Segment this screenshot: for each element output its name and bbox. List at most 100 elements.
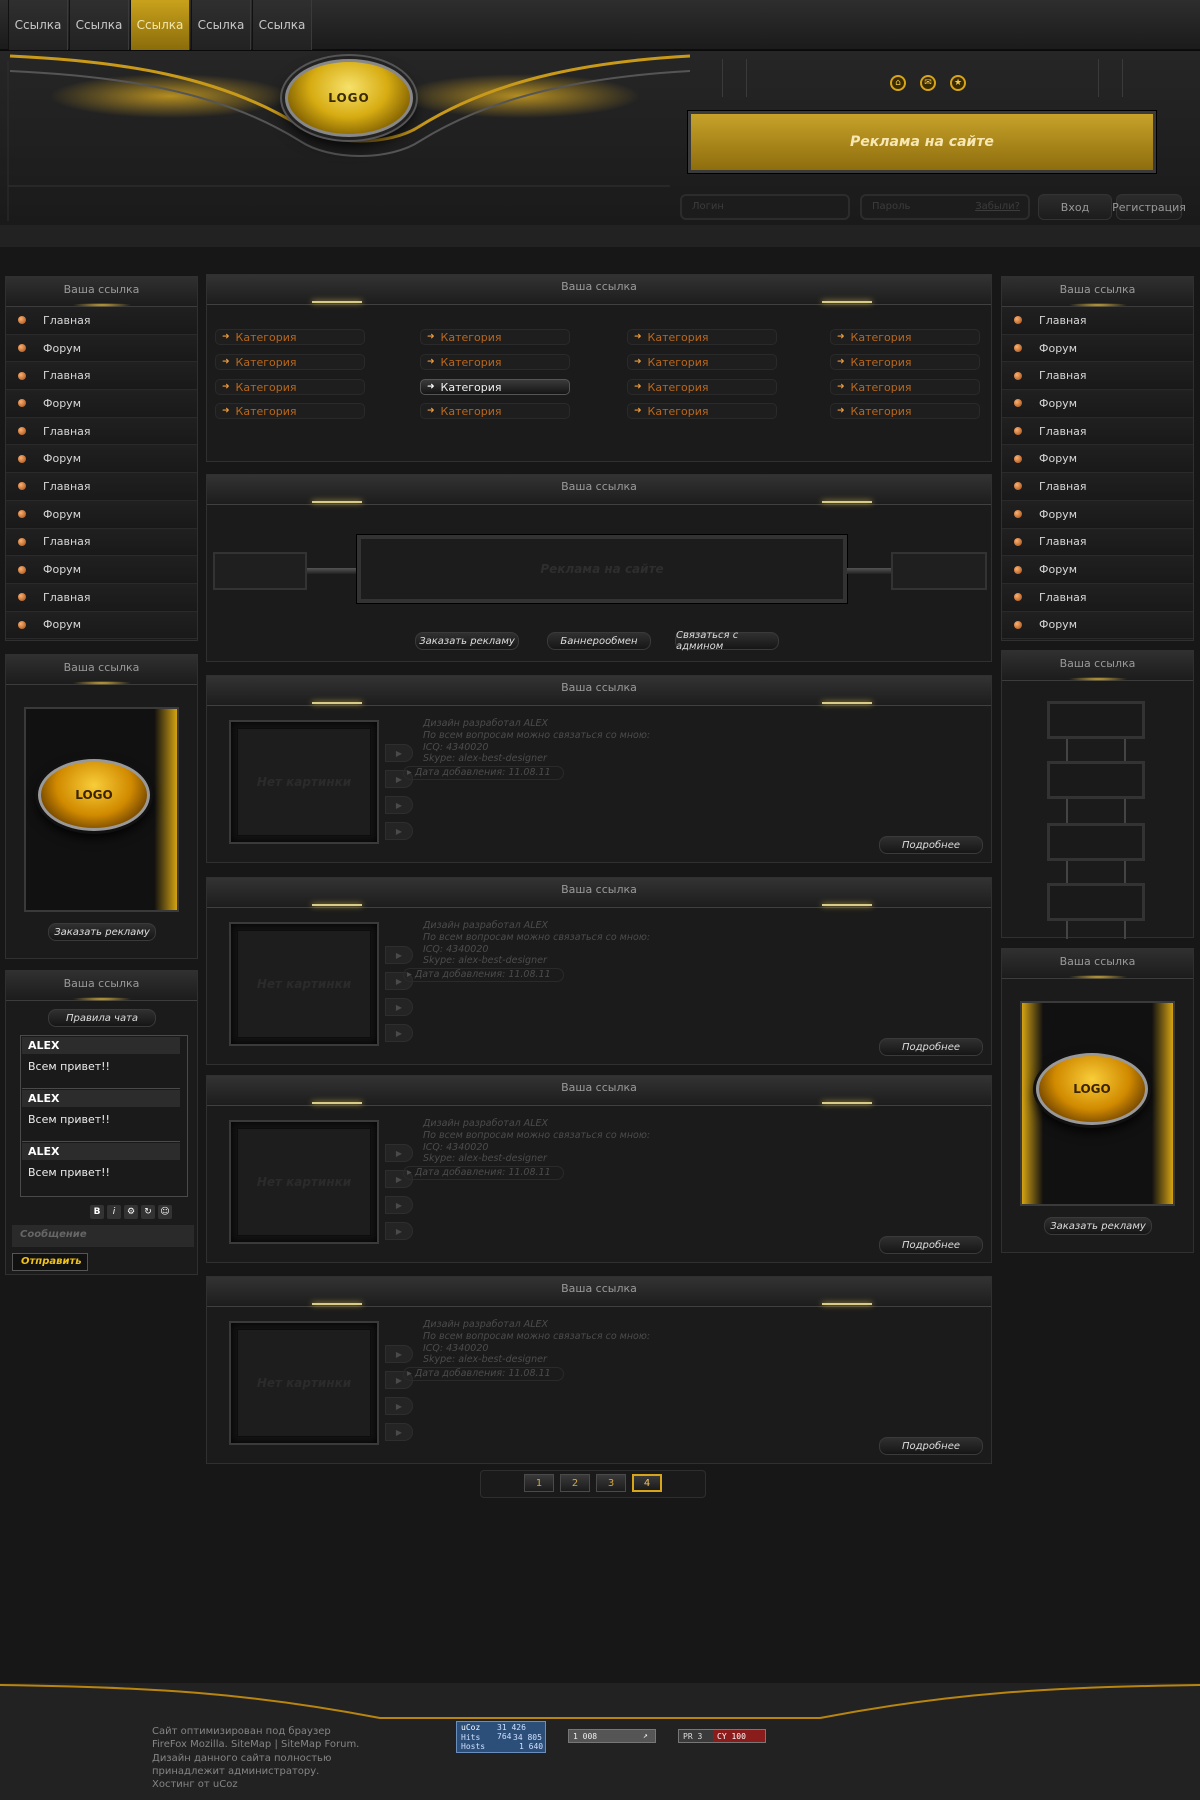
category-link[interactable]: ➜ Категория: [420, 329, 570, 345]
play-icon[interactable]: ▶: [385, 998, 413, 1016]
category-link[interactable]: ➜ Категория: [215, 329, 365, 345]
banner-slot[interactable]: [1047, 883, 1145, 921]
read-more-button[interactable]: Подробнее: [879, 1437, 983, 1455]
right-menu-item[interactable]: Форум: [1002, 445, 1193, 474]
right-menu-item[interactable]: Главная: [1002, 528, 1193, 557]
home-icon[interactable]: ⌂: [890, 75, 906, 91]
smile-icon[interactable]: ☺: [158, 1205, 172, 1219]
category-link[interactable]: ➜ Категория: [627, 379, 777, 395]
category-link[interactable]: ➜ Категория: [830, 379, 980, 395]
news-thumbnail[interactable]: Нет картинки: [229, 922, 379, 1046]
header-ad-banner[interactable]: Реклама на сайте: [688, 111, 1156, 173]
refresh-icon[interactable]: ↻: [141, 1205, 155, 1219]
play-icon[interactable]: ▶: [385, 1024, 413, 1042]
play-icon[interactable]: ▶: [385, 822, 413, 840]
news-thumbnail[interactable]: Нет картинки: [229, 1321, 379, 1445]
play-icon[interactable]: ▶: [385, 1397, 413, 1415]
play-icon[interactable]: ▶: [385, 946, 413, 964]
nav-tab-3-active[interactable]: Ссылка: [130, 0, 190, 50]
left-menu-item[interactable]: Главная: [6, 583, 197, 612]
logo[interactable]: LOGO: [285, 59, 413, 137]
left-menu-item[interactable]: Главная: [6, 417, 197, 446]
category-link[interactable]: ➜ Категория: [627, 354, 777, 370]
category-link[interactable]: ➜ Категория: [420, 379, 570, 395]
right-menu-item[interactable]: Форум: [1002, 390, 1193, 418]
nav-tab-1[interactable]: Ссылка: [8, 0, 68, 50]
read-more-button[interactable]: Подробнее: [879, 836, 983, 854]
left-menu-item[interactable]: Главная: [6, 473, 197, 501]
register-button[interactable]: Регистрация: [1112, 194, 1186, 220]
news-thumbnail[interactable]: Нет картинки: [229, 720, 379, 844]
contact-admin-button[interactable]: Связаться с админом: [675, 630, 779, 652]
left-menu-item[interactable]: Форум: [6, 556, 197, 584]
right-menu-item[interactable]: Форум: [1002, 500, 1193, 529]
ad-block-banner[interactable]: Реклама на сайте: [357, 535, 847, 603]
left-menu-item[interactable]: Форум: [6, 500, 197, 529]
left-menu-item[interactable]: Форум: [6, 611, 197, 640]
category-link[interactable]: ➜ Категория: [830, 329, 980, 345]
page-3[interactable]: 3: [596, 1474, 626, 1492]
left-ad-order-button[interactable]: Заказать рекламу: [48, 923, 156, 941]
visits-counter[interactable]: 1 008 ↗: [568, 1729, 656, 1743]
play-icon[interactable]: ▶: [385, 1423, 413, 1441]
page-2[interactable]: 2: [560, 1474, 590, 1492]
bold-icon[interactable]: B: [90, 1205, 104, 1219]
play-icon[interactable]: ▶: [385, 1196, 413, 1214]
category-link[interactable]: ➜ Категория: [627, 403, 777, 419]
nav-tab-2[interactable]: Ссылка: [69, 0, 129, 50]
category-link[interactable]: ➜ Категория: [215, 354, 365, 370]
category-link[interactable]: ➜ Категория: [420, 354, 570, 370]
right-menu-item[interactable]: Форум: [1002, 611, 1193, 640]
banner-slot[interactable]: [1047, 761, 1145, 799]
play-icon[interactable]: ▶: [385, 1345, 413, 1363]
category-link[interactable]: ➜ Категория: [215, 403, 365, 419]
right-menu-item[interactable]: Главная: [1002, 362, 1193, 391]
left-menu-item[interactable]: Главная: [6, 528, 197, 557]
play-icon[interactable]: ▶: [385, 744, 413, 762]
play-icon[interactable]: ▶: [385, 1222, 413, 1240]
nav-tab-4[interactable]: Ссылка: [191, 0, 251, 50]
ucoz-counter[interactable]: uCoz 31 426 764 Hits 34 805 Hosts 1 640: [456, 1721, 546, 1753]
left-ad-logo[interactable]: LOGO: [38, 759, 150, 831]
right-menu-item[interactable]: Форум: [1002, 334, 1193, 363]
rank-counter[interactable]: PR 3 CY 100: [678, 1729, 766, 1743]
chat-rules-button[interactable]: Правила чата: [48, 1009, 156, 1027]
right-menu-item[interactable]: Форум: [1002, 556, 1193, 584]
italic-icon[interactable]: i: [107, 1205, 121, 1219]
right-ad-order-button[interactable]: Заказать рекламу: [1044, 1217, 1152, 1235]
read-more-button[interactable]: Подробнее: [879, 1236, 983, 1254]
banner-exchange-button[interactable]: Баннерообмен: [547, 632, 651, 650]
category-link[interactable]: ➜ Категория: [420, 403, 570, 419]
category-link[interactable]: ➜ Категория: [627, 329, 777, 345]
right-ad-logo[interactable]: LOGO: [1036, 1053, 1148, 1125]
mail-icon[interactable]: ✉: [920, 75, 936, 91]
left-menu-item[interactable]: Форум: [6, 334, 197, 363]
password-field[interactable]: Пароль Забыли?: [860, 194, 1030, 220]
left-menu-item[interactable]: Форум: [6, 445, 197, 474]
page-4-active[interactable]: 4: [632, 1474, 662, 1492]
right-menu-item[interactable]: Главная: [1002, 473, 1193, 501]
chat-message-input[interactable]: Сообщение: [12, 1225, 194, 1247]
right-menu-item[interactable]: Главная: [1002, 417, 1193, 446]
settings-icon[interactable]: ⚙: [124, 1205, 138, 1219]
login-button[interactable]: Вход: [1038, 194, 1112, 220]
play-icon[interactable]: ▶: [385, 796, 413, 814]
chat-send-button[interactable]: Отправить: [12, 1253, 88, 1271]
page-1[interactable]: 1: [524, 1474, 554, 1492]
forgot-link[interactable]: Забыли?: [975, 201, 1020, 212]
category-link[interactable]: ➜ Категория: [215, 379, 365, 395]
left-menu-item[interactable]: Главная: [6, 307, 197, 335]
login-field[interactable]: Логин: [680, 194, 850, 220]
order-ad-button[interactable]: Заказать рекламу: [415, 632, 519, 650]
banner-slot[interactable]: [1047, 701, 1145, 739]
read-more-button[interactable]: Подробнее: [879, 1038, 983, 1056]
bookmark-icon[interactable]: ★: [950, 75, 966, 91]
banner-slot[interactable]: [1047, 823, 1145, 861]
category-link[interactable]: ➜ Категория: [830, 403, 980, 419]
nav-tab-5[interactable]: Ссылка: [252, 0, 312, 50]
news-thumbnail[interactable]: Нет картинки: [229, 1120, 379, 1244]
category-link[interactable]: ➜ Категория: [830, 354, 980, 370]
left-menu-item[interactable]: Форум: [6, 390, 197, 418]
right-menu-item[interactable]: Главная: [1002, 307, 1193, 335]
right-menu-item[interactable]: Главная: [1002, 583, 1193, 612]
